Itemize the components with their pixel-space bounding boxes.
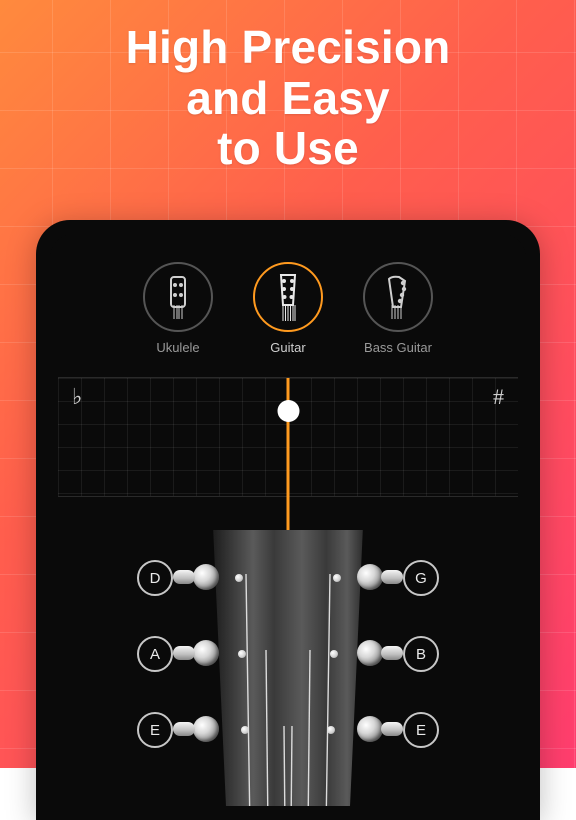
- string-note-e-low[interactable]: E: [137, 712, 173, 748]
- headline: High Precision and Easy to Use: [0, 22, 576, 174]
- headline-line-1: High Precision: [126, 21, 451, 73]
- tuning-peg-icon: [357, 640, 383, 666]
- string-note-a[interactable]: A: [137, 636, 173, 672]
- note-label: B: [416, 646, 426, 663]
- note-label: E: [416, 722, 426, 739]
- headline-line-3: to Use: [217, 122, 359, 174]
- note-label: G: [415, 570, 427, 587]
- instrument-label: Bass Guitar: [364, 340, 432, 355]
- string-note-e-high[interactable]: E: [403, 712, 439, 748]
- tuning-peg-icon: [193, 564, 219, 590]
- headline-line-2: and Easy: [186, 72, 390, 124]
- tuning-peg-icon: [193, 640, 219, 666]
- flat-symbol: ♭: [72, 384, 82, 410]
- instrument-ukulele[interactable]: Ukulele: [143, 262, 213, 355]
- string-note-g[interactable]: G: [403, 560, 439, 596]
- bass-headstock-icon: [363, 262, 433, 332]
- guitar-headstock-icon: [253, 262, 323, 332]
- note-label: E: [150, 722, 160, 739]
- headstock-area: D A E G B E: [50, 530, 526, 806]
- tuner-display: ♭ #: [58, 377, 518, 497]
- instrument-bass[interactable]: Bass Guitar: [363, 262, 433, 355]
- note-label: A: [150, 646, 160, 663]
- string-note-d[interactable]: D: [137, 560, 173, 596]
- tuning-peg-icon: [193, 716, 219, 742]
- guitar-headstock: [201, 530, 375, 806]
- instrument-selector: Ukulele Guitar: [50, 234, 526, 369]
- tuning-peg-icon: [357, 716, 383, 742]
- device-frame: Ukulele Guitar: [36, 220, 540, 820]
- sharp-symbol: #: [493, 384, 504, 410]
- instrument-label: Guitar: [270, 340, 305, 355]
- ukulele-headstock-icon: [143, 262, 213, 332]
- strings-overlay: [228, 530, 348, 806]
- instrument-label: Ukulele: [156, 340, 199, 355]
- app-screen: Ukulele Guitar: [50, 234, 526, 806]
- note-label: D: [150, 570, 161, 587]
- string-note-b[interactable]: B: [403, 636, 439, 672]
- tuning-peg-icon: [357, 564, 383, 590]
- instrument-guitar[interactable]: Guitar: [253, 262, 323, 355]
